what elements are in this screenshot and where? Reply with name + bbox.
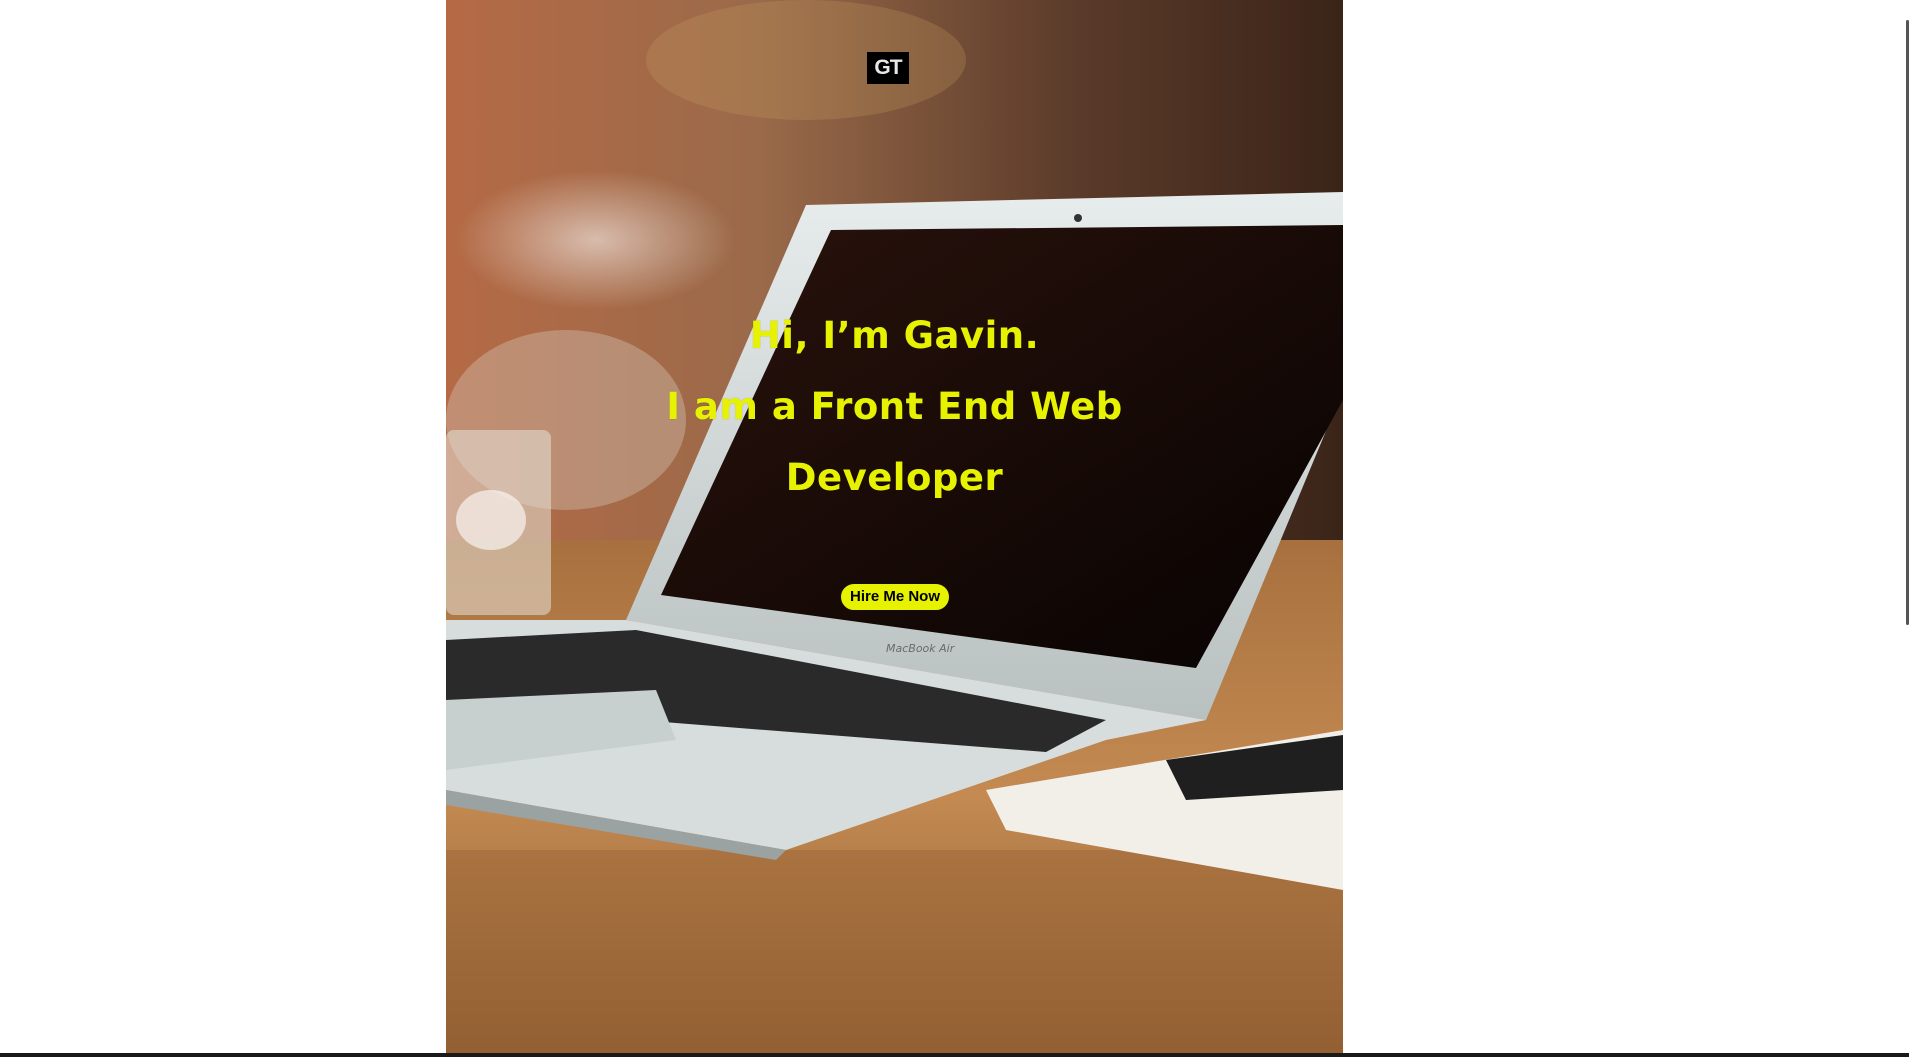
hero-role-line1: I am a Front End Web: [666, 385, 1123, 428]
hero-role-line2: Developer: [785, 456, 1004, 499]
page-viewport: MacBook Air GT Hi, I’m Gavin. I am a Fro…: [0, 0, 1909, 1057]
hero-headline: Hi, I’m Gavin. I am a Front End Web Deve…: [446, 300, 1343, 513]
hire-me-button[interactable]: Hire Me Now: [841, 584, 949, 610]
svg-text:MacBook Air: MacBook Air: [886, 642, 956, 655]
hero-background-image: MacBook Air: [446, 0, 1343, 1053]
logo[interactable]: GT: [867, 52, 909, 84]
hero-greeting: Hi, I’m Gavin.: [749, 314, 1040, 357]
scrollbar[interactable]: [1905, 0, 1909, 1053]
hero-section: MacBook Air GT Hi, I’m Gavin. I am a Fro…: [446, 0, 1343, 1053]
bottom-edge: [0, 1053, 1909, 1057]
